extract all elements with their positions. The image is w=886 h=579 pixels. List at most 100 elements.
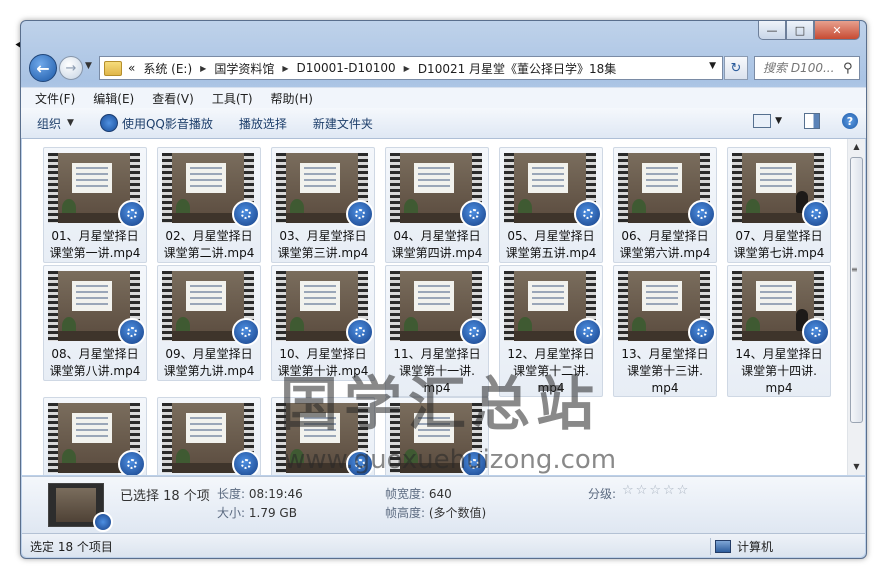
filmstrip-edge [162, 271, 172, 341]
qq-player-icon [93, 512, 113, 532]
breadcrumb-drive[interactable]: 系统 (E:) [143, 60, 192, 77]
breadcrumb-current[interactable]: D10021 月星堂《董公择日学》18集 [418, 60, 617, 77]
forward-button[interactable]: → [59, 56, 83, 80]
scroll-up-icon[interactable]: ▲ [848, 139, 865, 155]
file-item[interactable]: 13、月星堂择日 课堂第十三讲. mp4 [613, 265, 717, 397]
filmstrip-edge [504, 271, 514, 341]
new-folder-label: 新建文件夹 [312, 116, 373, 131]
qq-player-icon [460, 200, 488, 228]
file-item[interactable]: 01、月星堂择日 课堂第一讲.mp4 [43, 147, 147, 263]
file-item[interactable]: 14、月星堂择日 课堂第十四讲. mp4 [727, 265, 831, 397]
chevron-right-icon[interactable]: ▶ [282, 64, 288, 73]
qq-player-icon [574, 200, 602, 228]
projector-screen [72, 413, 112, 443]
search-icon[interactable]: ⚲ [843, 61, 853, 76]
view-dropdown-icon[interactable]: ▼ [775, 116, 782, 126]
breadcrumb-overflow[interactable]: « [128, 61, 135, 75]
caption-buttons: — □ ✕ [758, 21, 860, 41]
organize-button[interactable]: 组织 ▼ [37, 115, 74, 132]
file-name-line: 课堂第九讲.mp4 [163, 364, 255, 378]
command-bar: 组织 ▼ 使用QQ影音播放 播放选择 新建文件夹 ▼ ? [21, 108, 866, 139]
file-item[interactable]: 03、月星堂择日 课堂第三讲.mp4 [271, 147, 375, 263]
qq-player-icon [232, 450, 260, 475]
file-name: 14、月星堂择日 课堂第十四讲. mp4 [728, 346, 830, 397]
recent-pages-dropdown[interactable]: ▼ [85, 61, 92, 71]
projector-screen [300, 281, 340, 311]
menu-help[interactable]: 帮助(H) [271, 90, 313, 107]
address-dropdown-icon[interactable]: ▼ [709, 61, 716, 71]
star-icon[interactable]: ☆ [636, 483, 650, 498]
search-input[interactable] [761, 60, 843, 76]
star-icon[interactable]: ☆ [649, 483, 663, 498]
projector-screen [756, 163, 796, 193]
file-name-line: 课堂第十三讲. [627, 364, 703, 378]
play-with-qq-button[interactable]: 使用QQ影音播放 [99, 114, 213, 132]
file-item[interactable]: 07、月星堂择日 课堂第七讲.mp4 [727, 147, 831, 263]
filmstrip-edge [162, 153, 172, 223]
breadcrumb-folder[interactable]: 国学资料馆 [214, 60, 274, 77]
file-item[interactable]: 15、月星堂择日 [43, 397, 147, 475]
file-item[interactable]: 04、月星堂择日 课堂第四讲.mp4 [385, 147, 489, 263]
file-name: 01、月星堂择日 课堂第一讲.mp4 [44, 228, 146, 262]
menu-tools[interactable]: 工具(T) [212, 90, 253, 107]
frame-width-label: 帧宽度: [385, 487, 426, 501]
chevron-right-icon[interactable]: ▶ [404, 64, 410, 73]
breadcrumb-folder[interactable]: D10001-D10100 [296, 61, 395, 75]
search-box[interactable]: ⚲ [754, 56, 860, 80]
menu-view[interactable]: 查看(V) [152, 90, 194, 107]
file-item[interactable]: 08、月星堂择日 课堂第八讲.mp4 [43, 265, 147, 381]
qq-player-icon [688, 318, 716, 346]
projector-screen [72, 163, 112, 193]
file-name: 03、月星堂择日 课堂第三讲.mp4 [272, 228, 374, 262]
organize-label: 组织 [37, 116, 62, 131]
vertical-scrollbar[interactable]: ▲ ≡ ▼ [847, 139, 865, 475]
minimize-button[interactable]: — [758, 21, 786, 40]
watermark-title: 国学汇总站 [280, 370, 601, 438]
menu-edit[interactable]: 编辑(E) [93, 90, 134, 107]
file-item[interactable]: 16、月星堂择日 [157, 397, 261, 475]
filmstrip-edge [618, 271, 628, 341]
qq-player-icon [118, 200, 146, 228]
change-view-icon[interactable] [753, 114, 772, 128]
file-name-line: 14、月星堂择日 [735, 347, 823, 361]
refresh-button[interactable]: ↻ [724, 56, 748, 80]
new-folder-button[interactable]: 新建文件夹 [313, 115, 373, 132]
file-item[interactable]: 02、月星堂择日 课堂第二讲.mp4 [157, 147, 261, 263]
file-item[interactable]: 05、月星堂择日 课堂第五讲.mp4 [499, 147, 603, 263]
star-icon[interactable]: ☆ [622, 483, 636, 498]
size-row: 大小: 1.79 GB [217, 504, 297, 521]
filmstrip-edge [48, 403, 58, 473]
filmstrip-edge [48, 153, 58, 223]
preview-pane-icon[interactable] [804, 113, 820, 129]
scrollbar-thumb[interactable] [850, 157, 863, 423]
file-name-line: 课堂第三讲.mp4 [277, 246, 369, 260]
scroll-down-icon[interactable]: ▼ [848, 459, 865, 475]
play-selection-button[interactable]: 播放选择 [239, 115, 287, 132]
frame-width-value: 640 [428, 487, 452, 501]
length-value: 08:19:46 [248, 487, 303, 501]
help-icon[interactable]: ? [842, 113, 858, 129]
address-bar[interactable]: « 系统 (E:) ▶ 国学资料馆 ▶ D10001-D10100 ▶ D100… [99, 56, 723, 80]
star-icon[interactable]: ☆ [677, 483, 691, 498]
star-icon[interactable]: ☆ [663, 483, 677, 498]
file-view[interactable]: 01、月星堂择日 课堂第一讲.mp4 02、月星堂择日 课堂第二讲.mp4 03、月星堂… [22, 139, 865, 475]
file-name-line: 13、月星堂择日 [621, 347, 709, 361]
file-item[interactable]: 09、月星堂择日 课堂第九讲.mp4 [157, 265, 261, 381]
file-item[interactable]: 06、月星堂择日 课堂第六讲.mp4 [613, 147, 717, 263]
length-row: 长度: 08:19:46 [217, 485, 303, 502]
maximize-button[interactable]: □ [786, 21, 814, 40]
status-bar: 选定 18 个项目 计算机 [22, 533, 865, 557]
close-button[interactable]: ✕ [814, 21, 860, 40]
menu-file[interactable]: 文件(F) [35, 90, 75, 107]
back-button[interactable]: ← [29, 54, 57, 82]
file-name-line: 05、月星堂择日 [507, 229, 595, 243]
file-name: 04、月星堂择日 课堂第四讲.mp4 [386, 228, 488, 262]
chevron-right-icon[interactable]: ▶ [200, 64, 206, 73]
projector-screen [642, 281, 682, 311]
qq-player-icon [99, 114, 118, 132]
toolbar-right: ▼ ? [753, 113, 858, 129]
file-name-line: 课堂第一讲.mp4 [49, 246, 141, 260]
rating-stars[interactable]: ☆☆☆☆☆ [622, 483, 690, 498]
filmstrip-edge [618, 153, 628, 223]
rating-label-text: 分级: [588, 487, 617, 501]
